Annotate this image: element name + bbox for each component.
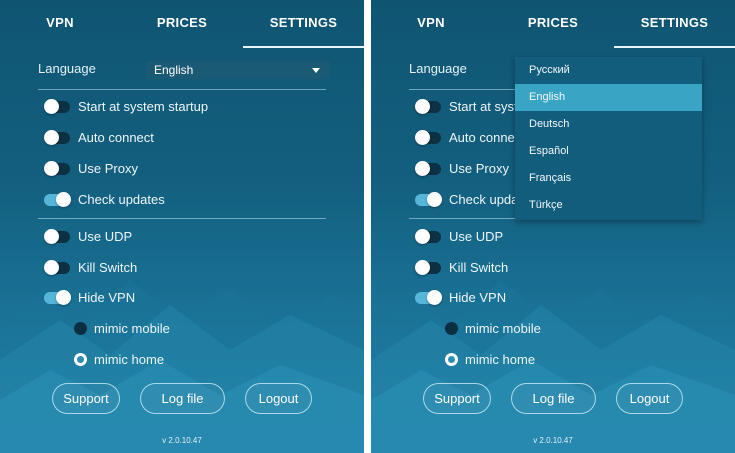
toggle-label: Check updates <box>78 192 165 207</box>
toggle-label: Use UDP <box>78 229 133 244</box>
toggle-switch-on[interactable] <box>44 192 71 207</box>
radio-button-unselected[interactable] <box>445 322 458 335</box>
support-button[interactable]: Support <box>423 383 491 414</box>
tab-bar: VPN PRICES SETTINGS <box>371 0 735 48</box>
toggle-label: Use UDP <box>449 229 504 244</box>
toggle-switch-off[interactable] <box>415 229 441 244</box>
support-button[interactable]: Support <box>52 383 120 414</box>
divider <box>38 89 326 90</box>
tab-vpn[interactable]: VPN <box>371 0 491 48</box>
toggle-label: Hide VPN <box>449 290 507 305</box>
language-option-turkish[interactable]: Türkçe <box>515 192 702 219</box>
toggle-switch-off[interactable] <box>415 130 441 145</box>
toggle-switch-on[interactable] <box>44 290 71 305</box>
log-file-button[interactable]: Log file <box>140 383 225 414</box>
language-label: Language <box>409 61 467 76</box>
radio-label: mimic mobile <box>94 321 170 336</box>
tab-settings[interactable]: SETTINGS <box>243 0 364 48</box>
caret-down-icon <box>312 68 320 73</box>
radio-button-selected[interactable] <box>74 353 87 366</box>
radio-label: mimic mobile <box>465 321 541 336</box>
tab-settings[interactable]: SETTINGS <box>614 0 735 48</box>
toggle-label: Auto connect <box>78 130 154 145</box>
divider <box>38 218 326 219</box>
language-label: Language <box>38 61 96 76</box>
language-option-russian[interactable]: Русский <box>515 57 702 84</box>
language-select[interactable]: English <box>146 61 330 79</box>
radio-label: mimic home <box>94 352 165 367</box>
toggle-switch-off[interactable] <box>44 161 70 176</box>
language-option-french[interactable]: Français <box>515 165 702 192</box>
radio-button-selected[interactable] <box>445 353 458 366</box>
toggle-switch-off[interactable] <box>415 99 441 114</box>
settings-panel-closed: VPN PRICES SETTINGS Language English Sta… <box>0 0 364 453</box>
radio-button-unselected[interactable] <box>74 322 87 335</box>
language-option-spanish[interactable]: Español <box>515 138 702 165</box>
logout-button[interactable]: Logout <box>616 383 683 414</box>
language-selected-value: English <box>154 63 194 77</box>
settings-panel-dropdown-open: VPN PRICES SETTINGS Language Start at sy… <box>371 0 735 453</box>
toggle-label: Hide VPN <box>78 290 136 305</box>
tab-bar: VPN PRICES SETTINGS <box>0 0 364 48</box>
version-text: v 2.0.10.47 <box>533 436 573 445</box>
active-tab-indicator <box>243 46 364 48</box>
toggle-switch-on[interactable] <box>415 192 442 207</box>
active-tab-indicator <box>614 46 735 48</box>
language-dropdown-menu: Русский English Deutsch Español Français… <box>515 57 702 220</box>
radio-label: mimic home <box>465 352 536 367</box>
toggle-label: Use Proxy <box>78 161 138 176</box>
log-file-button[interactable]: Log file <box>511 383 596 414</box>
logout-button[interactable]: Logout <box>245 383 312 414</box>
language-option-german[interactable]: Deutsch <box>515 111 702 138</box>
toggle-switch-off[interactable] <box>44 260 70 275</box>
toggle-switch-off[interactable] <box>44 130 70 145</box>
toggle-switch-off[interactable] <box>415 161 441 176</box>
toggle-label: Kill Switch <box>449 260 509 275</box>
toggle-label: Use Proxy <box>449 161 509 176</box>
toggle-label: Start at system startup <box>78 99 209 114</box>
toggle-label: Kill Switch <box>78 260 138 275</box>
toggle-switch-off[interactable] <box>44 229 70 244</box>
tab-prices[interactable]: PRICES <box>122 0 242 48</box>
toggle-switch-off[interactable] <box>415 260 441 275</box>
toggle-switch-off[interactable] <box>44 99 70 114</box>
tab-prices[interactable]: PRICES <box>493 0 613 48</box>
toggle-switch-on[interactable] <box>415 290 442 305</box>
language-option-english[interactable]: English <box>515 84 702 111</box>
tab-vpn[interactable]: VPN <box>0 0 120 48</box>
version-text: v 2.0.10.47 <box>162 436 202 445</box>
toggle-label: Auto connect <box>449 130 525 145</box>
